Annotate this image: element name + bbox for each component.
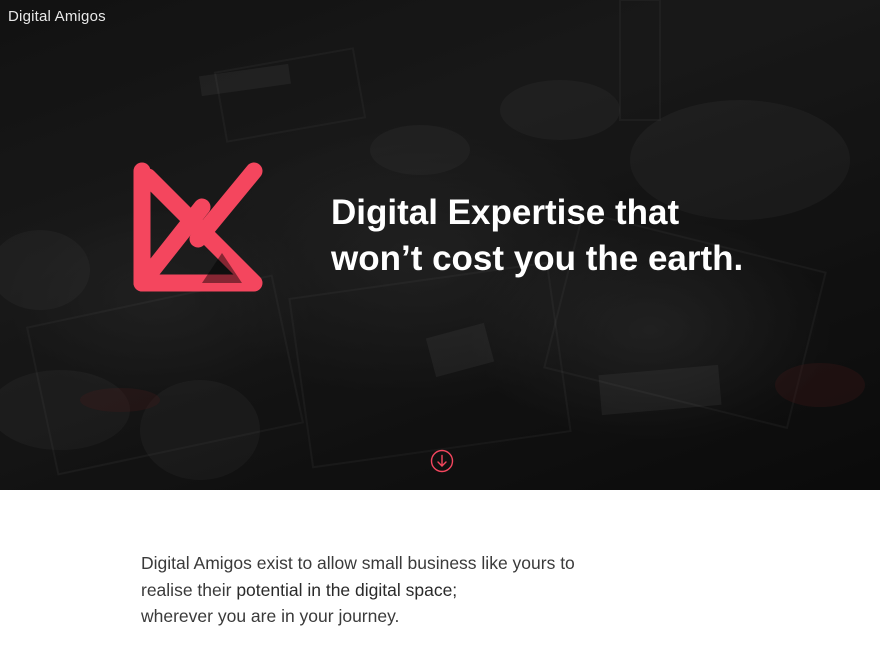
intro-line2: realise their potential in the digital s… [141, 577, 701, 604]
digital-amigos-logo-icon [133, 162, 263, 292]
hero-headline-line1: Digital Expertise that [331, 193, 680, 232]
intro-line1: Digital Amigos exist to allow small busi… [141, 553, 575, 573]
arrow-down-circle-icon[interactable] [430, 449, 454, 473]
hero-headline-line2: won’t cost you the earth. [331, 239, 744, 278]
intro-line2-emphasis: potential in the digital space; [236, 579, 458, 600]
site-brand-name[interactable]: Digital Amigos [8, 8, 106, 25]
intro-section: Digital Amigos exist to allow small busi… [141, 550, 701, 630]
hero-section: Digital Amigos Digital Expertise that wo… [0, 0, 880, 490]
intro-line2-start: realise their [141, 579, 237, 600]
hero-headline: Digital Expertise that won’t cost you th… [331, 190, 851, 282]
intro-line3: wherever you are in your journey. [141, 606, 400, 626]
